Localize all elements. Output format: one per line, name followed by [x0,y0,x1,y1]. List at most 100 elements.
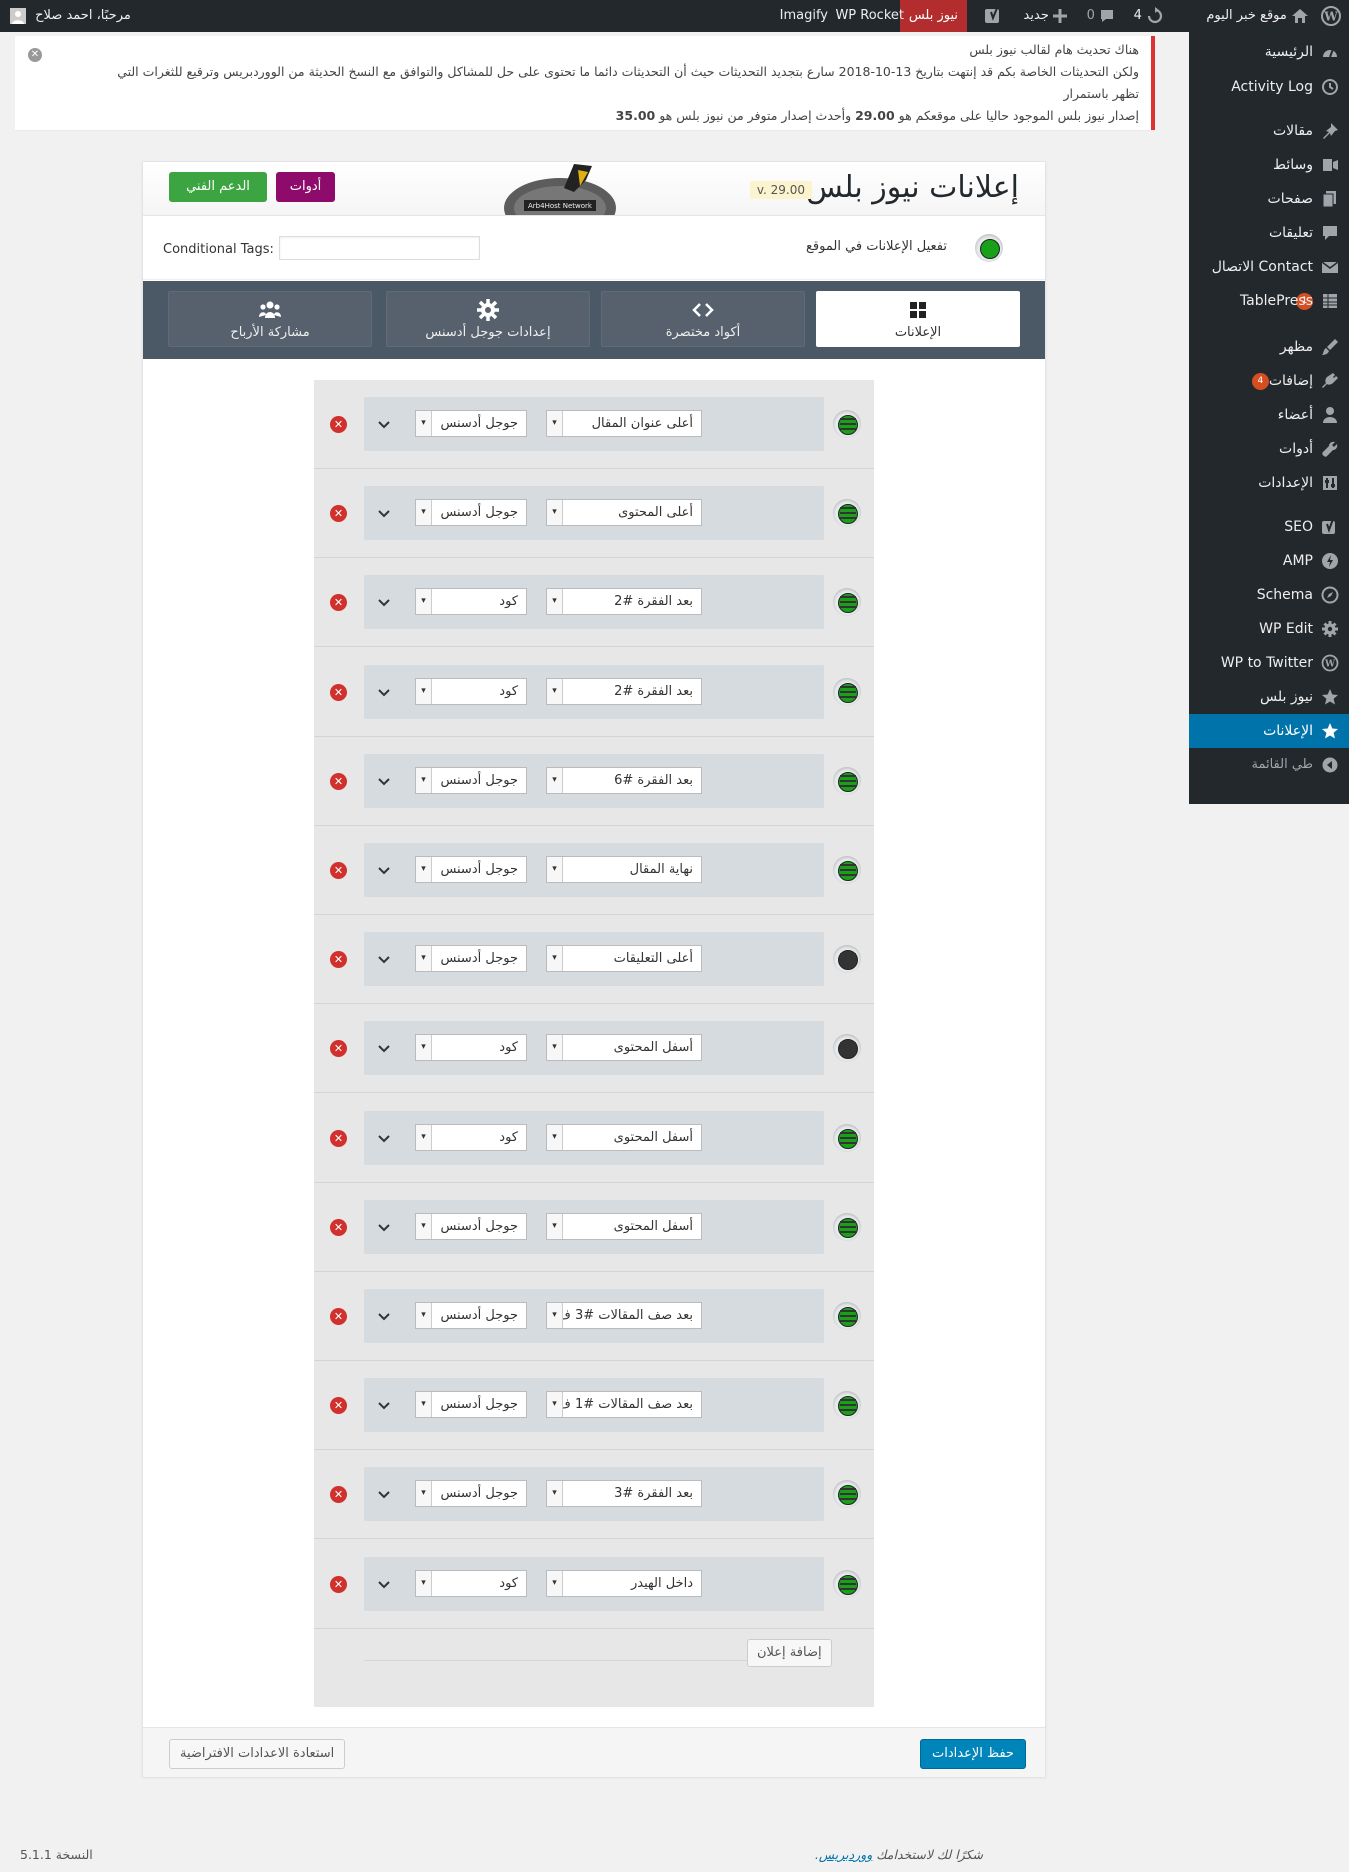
expand-chevron-icon[interactable] [376,1130,392,1146]
ad-position-select[interactable]: نهاية المقال ▾ [546,856,702,883]
delete-ad-icon[interactable]: ✕ [330,683,347,701]
drag-handle-icon[interactable] [840,864,856,876]
menu-item-11[interactable]: أدوات [1189,432,1349,466]
expand-chevron-icon[interactable] [376,1576,392,1592]
delete-ad-icon[interactable]: ✕ [330,1486,347,1504]
drag-handle-icon[interactable] [840,1488,856,1501]
ad-type-select[interactable]: جوجل أدسنس ▾ [415,410,527,437]
tab-shortcodes[interactable]: أكواد مختصرة [601,291,805,347]
delete-ad-icon[interactable]: ✕ [330,505,347,523]
menu-item-15[interactable]: Schema [1189,578,1349,612]
menu-item-2[interactable]: مقالات [1189,114,1349,148]
drag-handle-icon[interactable] [840,1577,856,1590]
yoast-icon[interactable] [983,0,1003,32]
drag-handle-icon[interactable] [840,1131,856,1144]
ad-position-select[interactable]: بعد الفقرة #6 ▾ [546,766,702,794]
expand-chevron-icon[interactable] [376,1486,392,1502]
expand-chevron-icon[interactable] [376,1308,392,1324]
menu-item-20[interactable]: طي القائمة [1189,748,1349,782]
menu-item-18[interactable]: نيوز بلس [1189,680,1349,714]
drag-handle-icon[interactable] [840,1310,856,1322]
ad-position-select[interactable]: أسفل المحتوى ▾ [546,1212,702,1240]
menu-item-5[interactable]: تعليقات [1189,216,1349,250]
dismiss-notice-button[interactable]: ✕ [28,48,42,62]
menu-item-19[interactable]: الإعلانات [1181,714,1349,748]
ad-position-select[interactable]: أعلى المحتوى ▾ [546,499,702,527]
ad-position-select[interactable]: داخل الهيدر ▾ [546,1569,702,1597]
comments-link[interactable]: 0 [1087,0,1115,32]
menu-item-7[interactable]: TablePress [1189,284,1349,318]
menu-item-13[interactable]: SEO [1189,510,1349,544]
drag-handle-icon[interactable] [840,953,856,966]
ad-position-select[interactable]: بعد صف المقالات #1 ف ▾ [546,1391,702,1419]
ad-position-select[interactable]: بعد الفقرة #3 ▾ [546,1480,702,1508]
drag-handle-icon[interactable] [840,1042,856,1055]
ad-position-select[interactable]: أسفل المحتوى ▾ [546,1123,702,1151]
ad-type-select[interactable]: جوجل أدسنس ▾ [415,766,527,794]
delete-ad-icon[interactable]: ✕ [330,1308,347,1325]
drag-handle-icon[interactable] [840,596,856,609]
delete-ad-icon[interactable]: ✕ [330,772,347,790]
wprocket-link[interactable]: WP Rocket [835,0,904,32]
menu-item-12[interactable]: الإعدادات [1189,466,1349,500]
newsplus-link[interactable]: نيوز بلس [899,0,967,32]
expand-chevron-icon[interactable] [376,1040,392,1056]
expand-chevron-icon[interactable] [376,594,392,610]
delete-ad-icon[interactable]: ✕ [330,1218,347,1236]
my-account-link[interactable]: مرحبًا، احمد صلاح [10,0,131,32]
tools-button[interactable]: أدوات [276,172,335,202]
ad-position-select[interactable]: بعد صف المقالات #3 ف ▾ [546,1302,702,1329]
menu-item-6[interactable]: Contact الاتصال1 [1189,250,1349,310]
menu-item-16[interactable]: WP Edit [1189,612,1349,646]
ad-type-select[interactable]: جوجل أدسنس ▾ [415,1302,527,1329]
ad-type-select[interactable]: كود ▾ [415,1569,527,1597]
ad-position-select[interactable]: بعد الفقرة #2 ▾ [546,677,702,705]
save-settings-button[interactable]: حفظ الإعدادات [920,1739,1026,1769]
imagify-link[interactable]: Imagify [780,0,828,32]
ad-position-select[interactable]: بعد الفقرة #2 ▾ [546,588,702,616]
new-content-link[interactable]: جديد [1024,0,1067,32]
menu-item-0[interactable]: الرئيسية [1189,35,1349,69]
ad-position-select[interactable]: أعلى عنوان المقال ▾ [546,410,702,437]
reset-defaults-button[interactable]: استعادة الاعدادات الافتراضية [169,1739,346,1769]
wordpress-logo-icon[interactable]: W [1321,0,1341,32]
tab-ads[interactable]: الإعلانات [816,291,1020,347]
ad-type-select[interactable]: جوجل أدسنس ▾ [415,1480,527,1508]
add-ad-button[interactable]: إضافة إعلان [747,1639,832,1667]
site-name-link[interactable]: موقع خبر اليوم [1206,0,1309,32]
drag-handle-icon[interactable] [840,774,856,787]
drag-handle-icon[interactable] [840,685,856,698]
expand-chevron-icon[interactable] [376,951,392,967]
menu-item-8[interactable]: مظهر [1189,330,1349,364]
delete-ad-icon[interactable]: ✕ [330,1575,347,1593]
expand-chevron-icon[interactable] [376,505,392,521]
expand-chevron-icon[interactable] [376,773,392,789]
menu-item-14[interactable]: AMP [1189,544,1349,578]
ad-type-select[interactable]: كود ▾ [415,1123,527,1151]
delete-ad-icon[interactable]: ✕ [330,594,347,612]
drag-handle-icon[interactable] [840,418,856,430]
updates-link[interactable]: 4 [1134,0,1164,32]
ad-position-select[interactable]: أسفل المحتوى ▾ [546,1034,702,1062]
delete-ad-icon[interactable]: ✕ [330,416,347,433]
menu-item-10[interactable]: أعضاء [1189,398,1349,432]
delete-ad-icon[interactable]: ✕ [330,1040,347,1058]
expand-chevron-icon[interactable] [376,1219,392,1235]
ad-type-select[interactable]: كود ▾ [415,677,527,705]
menu-item-4[interactable]: صفحات [1189,182,1349,216]
tab-adsense-settings[interactable]: إعدادات جوجل أدسنس [386,291,590,347]
delete-ad-icon[interactable]: ✕ [330,1129,347,1147]
drag-handle-icon[interactable] [840,507,856,520]
activate-toggle[interactable] [975,234,1003,262]
ad-type-select[interactable]: جوجل أدسنس ▾ [415,1212,527,1240]
menu-item-3[interactable]: وسائط [1189,148,1349,182]
ad-type-select[interactable]: جوجل أدسنس ▾ [415,499,527,527]
ad-type-select[interactable]: كود ▾ [415,588,527,616]
support-button[interactable]: الدعم الفني [169,172,267,202]
expand-chevron-icon[interactable] [376,684,392,700]
menu-item-1[interactable]: Activity Log [1189,70,1349,104]
menu-item-9[interactable]: إضافات4 [1189,364,1349,398]
wordpress-link[interactable]: ووردبريس [819,1847,872,1862]
menu-item-17[interactable]: W WP to Twitter [1189,646,1349,680]
drag-handle-icon[interactable] [840,1399,856,1412]
